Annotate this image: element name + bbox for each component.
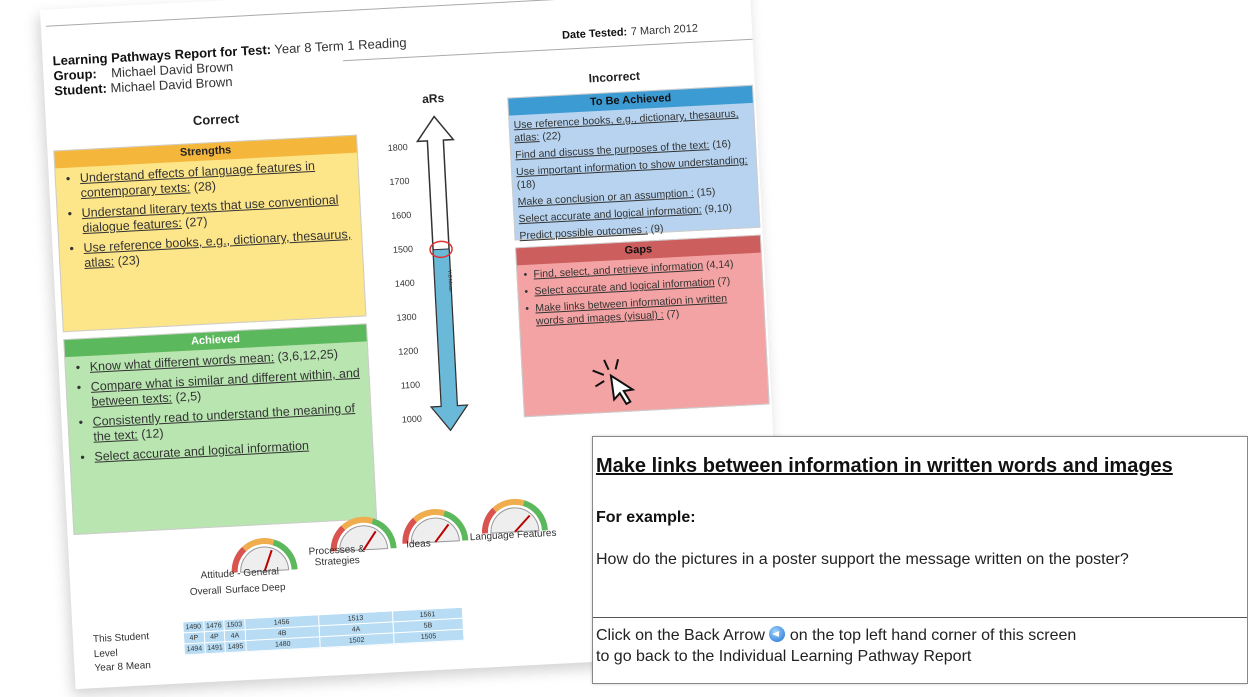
ars-heading: aRs — [421, 90, 445, 107]
row-label: Year 8 Mean — [94, 660, 152, 675]
table-cell: 1494 — [183, 642, 205, 655]
cursor-click-icon — [592, 358, 636, 406]
scale-tick: 1700 — [389, 175, 410, 187]
achieved-box: Achieved Know what different words mean:… — [63, 323, 378, 535]
incorrect-heading: Incorrect — [588, 68, 641, 86]
scale-tick: 1300 — [396, 311, 417, 323]
back-arrow-icon[interactable] — [769, 626, 786, 642]
popup-footer: Click on the Back Arrow on the top left … — [596, 626, 1077, 665]
skill-detail-popup: Make links between information in writte… — [592, 436, 1248, 684]
scale-tick: 1000 — [401, 413, 423, 425]
row-label: This Student — [92, 631, 150, 646]
yr8-mean-label: Yr8 Mean — [446, 269, 454, 292]
ars-arrow — [415, 115, 469, 432]
gaps-box: Gaps Find, select, and retrieve informat… — [515, 234, 770, 418]
ars-scale: 1800 1700 1600 1500 1400 1300 1200 1100 … — [376, 112, 503, 437]
popup-title: Make links between information in writte… — [596, 455, 1173, 477]
sub-label-overall: Overall — [189, 585, 222, 598]
scale-tick: 1100 — [400, 379, 421, 391]
score-table: 1490 1476 1503 1456 1513 1561 4P 4P 4A 4… — [182, 607, 464, 656]
scale-tick: 1800 — [387, 141, 408, 153]
strengths-box: Strengths Understand effects of language… — [53, 134, 367, 333]
scale-tick: 1200 — [398, 345, 419, 357]
correct-heading: Correct — [192, 110, 240, 129]
popup-question: How do the pictures in a poster support … — [596, 551, 1129, 568]
scale-tick: 1500 — [392, 243, 414, 255]
table-cell: 1505 — [393, 629, 464, 644]
popup-example-label: For example: — [596, 509, 696, 526]
scale-tick: 1600 — [390, 209, 412, 221]
sub-label-surface: Surface — [225, 583, 261, 597]
row-label: Level — [93, 647, 118, 661]
table-cell: 1491 — [204, 641, 226, 654]
popup-divider — [593, 617, 1247, 618]
gauge-label: Processes & Strategies — [308, 543, 366, 569]
scale-tick: 1400 — [394, 277, 416, 289]
date-tested: Date Tested: 7 March 2012 — [561, 22, 699, 42]
sub-label-deep: Deep — [261, 581, 286, 595]
to-be-achieved-box: To Be Achieved Use reference books, e.g.… — [507, 84, 761, 242]
table-cell: 1495 — [224, 640, 247, 653]
